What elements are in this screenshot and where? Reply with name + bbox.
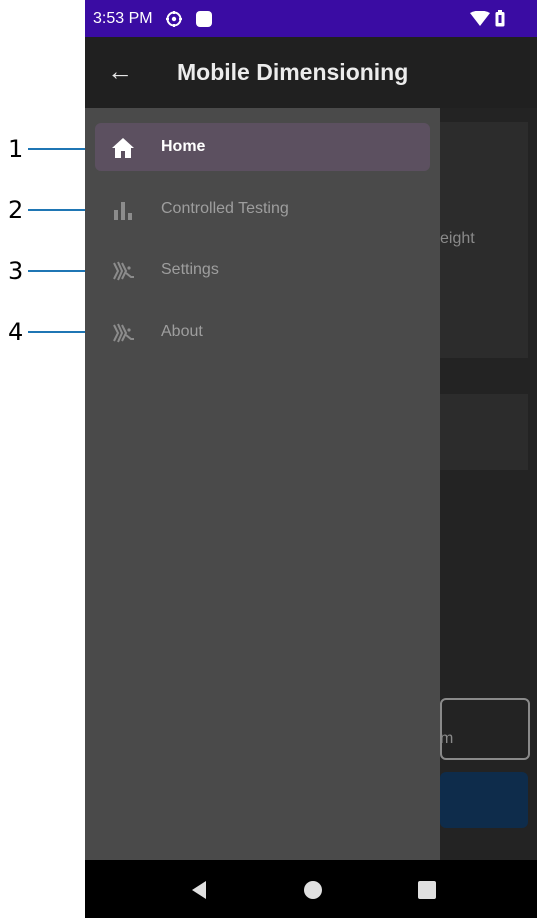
home-icon bbox=[112, 138, 134, 158]
zebra-logo-icon bbox=[113, 261, 134, 281]
status-bar: 3:53 PM bbox=[85, 0, 537, 37]
callout-number: 4 bbox=[8, 318, 24, 346]
drawer-item-label: Controlled Testing bbox=[161, 200, 289, 217]
background-primary-button bbox=[440, 772, 528, 828]
app-bar: ← Mobile Dimensioning bbox=[85, 37, 537, 108]
drawer-item-settings[interactable]: Settings bbox=[95, 246, 430, 294]
wifi-icon bbox=[470, 11, 490, 26]
bar-chart-icon bbox=[114, 202, 132, 220]
home-circle-icon[interactable] bbox=[302, 879, 324, 901]
square-notification-icon bbox=[196, 11, 212, 27]
battery-icon bbox=[495, 10, 505, 27]
recents-square-icon[interactable] bbox=[416, 879, 438, 901]
background-text: eight bbox=[440, 230, 475, 247]
zebra-logo-icon bbox=[113, 323, 134, 343]
drawer-item-home[interactable]: Home bbox=[95, 123, 430, 171]
gear-icon bbox=[166, 11, 182, 27]
navigation-drawer: Home Controlled Testing Settings About bbox=[85, 108, 440, 860]
page-title: Mobile Dimensioning bbox=[177, 59, 409, 85]
background-input-field bbox=[440, 698, 530, 760]
background-card bbox=[440, 394, 528, 470]
drawer-item-controlled-testing[interactable]: Controlled Testing bbox=[95, 185, 430, 233]
callout-number: 3 bbox=[8, 257, 24, 285]
callout-number: 1 bbox=[8, 135, 24, 163]
phone-screen: 3:53 PM ← Mobile Dimensioning eight m Ho… bbox=[85, 0, 537, 918]
background-field-text: m bbox=[440, 730, 454, 747]
drawer-item-label: Settings bbox=[161, 261, 219, 278]
drawer-item-label: About bbox=[161, 323, 203, 340]
drawer-item-label: Home bbox=[161, 138, 206, 155]
system-navigation-bar bbox=[85, 860, 537, 918]
callout-number: 2 bbox=[8, 196, 24, 224]
arrow-left-icon[interactable]: ← bbox=[107, 57, 133, 85]
back-triangle-icon[interactable] bbox=[189, 879, 211, 901]
status-time: 3:53 PM bbox=[93, 10, 153, 27]
drawer-item-about[interactable]: About bbox=[95, 308, 430, 356]
